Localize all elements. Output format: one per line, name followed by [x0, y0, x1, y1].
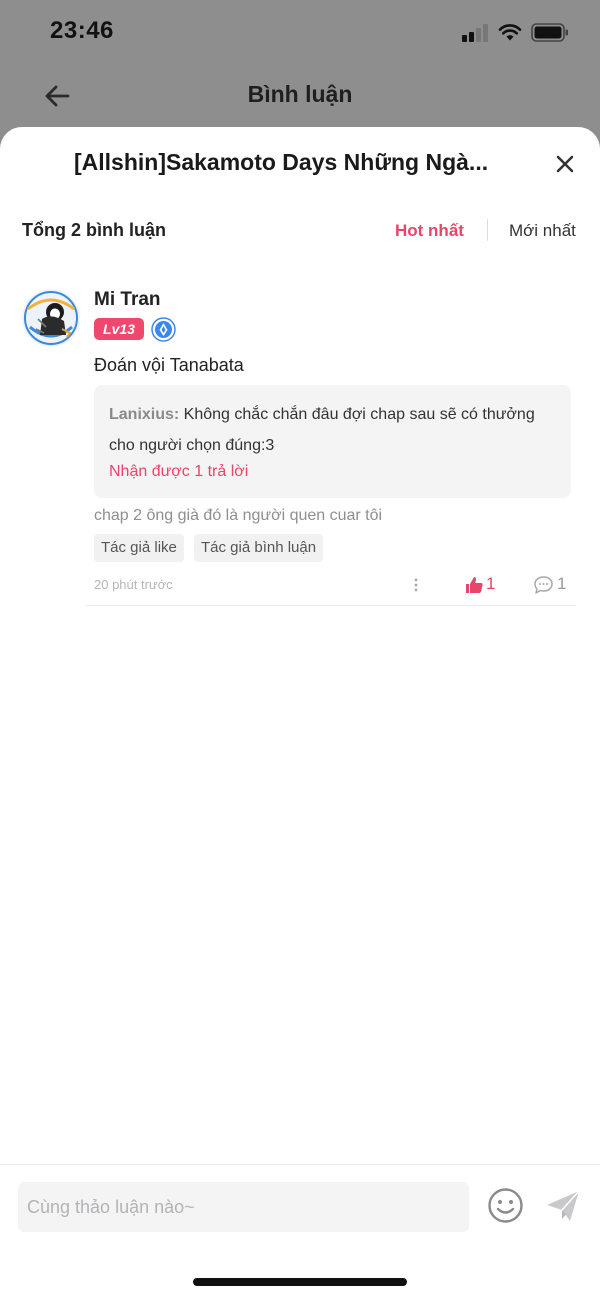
sort-new-tab[interactable]: Mới nhất [509, 221, 576, 241]
level-badge: Lv13 [94, 318, 144, 340]
verified-icon [151, 317, 176, 342]
close-icon[interactable] [550, 149, 580, 179]
status-bar: 23:46 [0, 0, 600, 64]
reply-preview[interactable]: Lanixius: Không chắc chắn đâu đợi chap s… [94, 385, 571, 498]
sort-hot-tab[interactable]: Hot nhất [395, 221, 464, 241]
wifi-icon [498, 24, 522, 41]
sort-divider [487, 219, 488, 241]
comment-timestamp: 20 phút trước [94, 577, 173, 592]
reply-author[interactable]: Lanixius [109, 406, 174, 423]
sheet-title: [Allshin]Sakamoto Days Những Ngà... [74, 149, 489, 175]
comment-input[interactable] [18, 1182, 469, 1232]
comment-author[interactable]: Mi Tran [94, 289, 161, 311]
home-indicator [193, 1278, 407, 1286]
like-icon[interactable] [464, 575, 484, 595]
reply-icon[interactable] [533, 575, 554, 595]
send-icon[interactable] [544, 1187, 582, 1225]
author-comment-tag: Tác giả bình luận [194, 534, 324, 562]
comment-count: Tổng 2 bình luận [22, 220, 166, 240]
like-count: 1 [486, 574, 496, 593]
comment-count-row: Tổng 2 bình luận Hot nhất Mới nhất [0, 217, 600, 247]
page-header: Bình luận [0, 64, 600, 130]
reply-count: 1 [557, 574, 567, 593]
comments-sheet: [Allshin]Sakamoto Days Những Ngà... Tổng… [0, 127, 600, 1299]
author-reply-snippet: chap 2 ông già đó là người quen cuar tôi [94, 507, 383, 524]
signal-icon [462, 24, 490, 42]
page-title: Bình luận [247, 81, 353, 107]
author-like-tag: Tác giả like [94, 534, 184, 562]
avatar[interactable] [22, 289, 80, 347]
screen: 23:46 Bình luận [Allshin]Sakamoto Days N… [0, 0, 600, 1299]
reply-preview-text: Lanixius: Không chắc chắn đâu đợi chap s… [109, 399, 564, 461]
battery-icon [531, 23, 568, 42]
comment-text: Đoán vội Tanabata [94, 355, 244, 375]
view-replies-link[interactable]: Nhận được 1 trả lời [109, 463, 248, 481]
comment-divider [86, 605, 576, 606]
status-time: 23:46 [50, 17, 114, 44]
emoji-icon[interactable] [487, 1187, 524, 1224]
more-icon[interactable] [408, 575, 424, 595]
composer-divider [0, 1164, 600, 1165]
